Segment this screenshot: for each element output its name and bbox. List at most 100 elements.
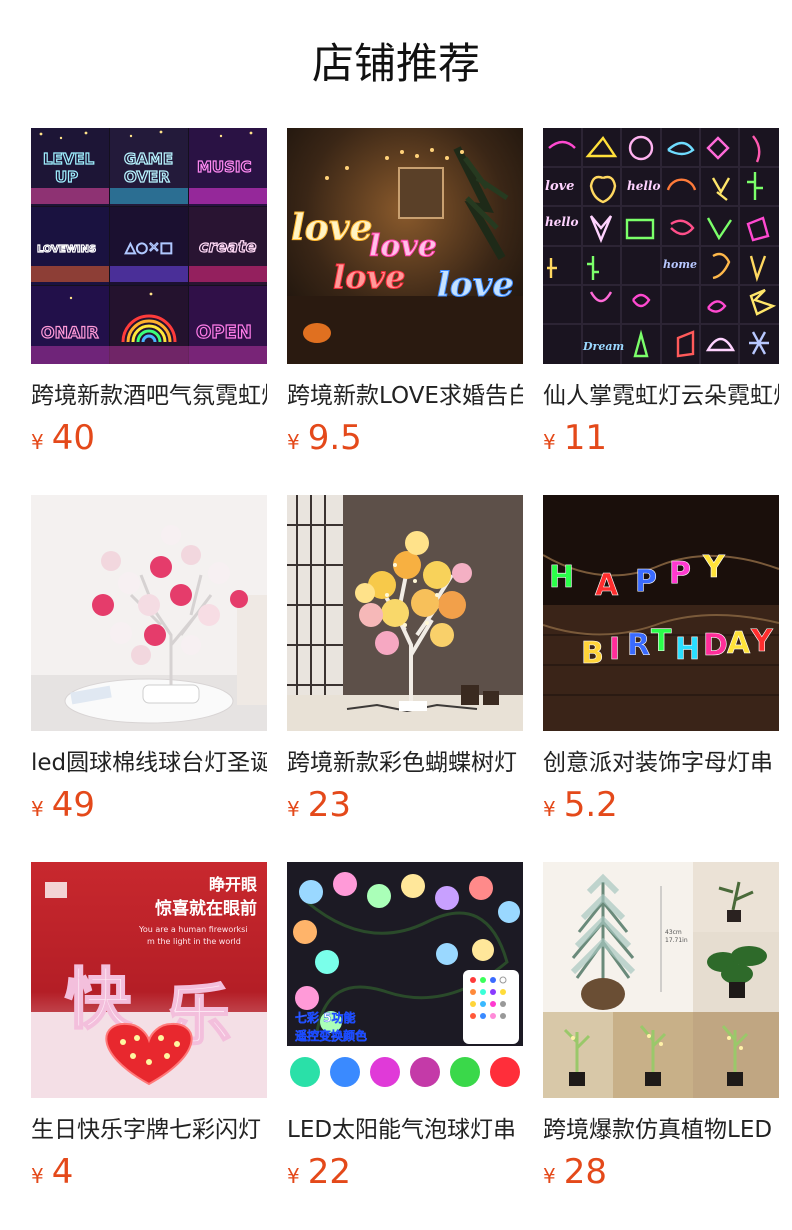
product-name[interactable]: 跨境新款LOVE求婚告白灯: [287, 380, 523, 412]
light-letter: Y: [702, 550, 726, 585]
neon-shapes-grid-image: love hello hello home Dream: [543, 128, 779, 364]
product-card[interactable]: LEVEL UP GAME OVER MUSIC LOVEWINS △○✕□ c…: [31, 128, 267, 464]
sign-text: create: [199, 237, 257, 256]
product-price: ¥22: [287, 1152, 523, 1192]
currency-symbol: ¥: [543, 1164, 556, 1188]
price-value: 5.2: [563, 785, 618, 825]
product-name[interactable]: 生日快乐字牌七彩闪灯: [31, 1114, 267, 1146]
product-price: ¥4: [31, 1152, 267, 1192]
product-image[interactable]: [287, 495, 523, 731]
light-letter: H: [549, 560, 574, 595]
overlay-text: 七彩 5功能: [295, 1010, 356, 1025]
dimension-text: 17.71in: [665, 937, 688, 944]
birthday-marquee-letters-image: 睁开眼 惊喜就在眼前 You are a human fireworksi m …: [31, 862, 267, 1098]
price-value: 4: [51, 1152, 74, 1192]
light-letter: T: [651, 624, 672, 659]
currency-symbol: ¥: [31, 797, 44, 821]
sign-text: OPEN: [196, 322, 252, 343]
currency-symbol: ¥: [287, 797, 300, 821]
light-letter: R: [627, 628, 650, 663]
product-image[interactable]: love hello hello home Dream: [543, 128, 779, 364]
sign-text: hello: [545, 215, 578, 229]
product-name[interactable]: 仙人掌霓虹灯云朵霓虹灯: [543, 380, 779, 412]
product-card[interactable]: 七彩 5功能 遥控变换颜色 LED太阳能气泡球灯串 ¥22: [287, 862, 523, 1198]
price-value: 22: [307, 1152, 351, 1192]
currency-symbol: ¥: [543, 797, 556, 821]
product-image[interactable]: love love love love: [287, 128, 523, 364]
poster-text: 睁开眼: [209, 875, 257, 894]
cotton-ball-lamp-image: [31, 495, 267, 731]
product-card[interactable]: 睁开眼 惊喜就在眼前 You are a human fireworksi m …: [31, 862, 267, 1198]
sign-text: △○✕□: [125, 240, 173, 256]
currency-symbol: ¥: [543, 430, 556, 454]
light-letter: A: [595, 568, 619, 603]
sign-text: love: [437, 265, 514, 305]
product-price: ¥49: [31, 785, 267, 825]
product-price: ¥28: [543, 1152, 779, 1192]
product-grid: LEVEL UP GAME OVER MUSIC LOVEWINS △○✕□ c…: [31, 128, 779, 1198]
product-name[interactable]: 跨境爆款仿真植物LED: [543, 1114, 779, 1146]
price-value: 49: [51, 785, 95, 825]
product-card[interactable]: love hello hello home Dream 仙人掌霓虹灯云朵霓虹灯 …: [543, 128, 779, 464]
price-value: 11: [563, 418, 607, 458]
sign-text: UP: [55, 168, 78, 186]
sign-text: hello: [627, 179, 660, 193]
sign-text: OVER: [124, 168, 170, 186]
product-card[interactable]: love love love love 跨境新款LOVE求婚告白灯 ¥9.5: [287, 128, 523, 464]
product-image[interactable]: H A P P Y B I R T H D A Y: [543, 495, 779, 731]
currency-symbol: ¥: [31, 430, 44, 454]
dimension-text: 43cm: [665, 929, 682, 936]
poster-text: You are a human fireworksi: [138, 925, 248, 934]
sign-text: GAME: [124, 150, 173, 168]
product-image[interactable]: 七彩 5功能 遥控变换颜色: [287, 862, 523, 1098]
artificial-plant-lamp-image: 43cm 17.71in: [543, 862, 779, 1098]
product-card[interactable]: led圆球棉线球台灯圣诞 ¥49: [31, 495, 267, 831]
overlay-text: 遥控变换颜色: [295, 1028, 367, 1043]
sign-text: home: [663, 258, 697, 271]
sign-text: Dream: [582, 340, 624, 353]
light-letter: B: [581, 636, 604, 671]
love-neon-image: love love love love: [287, 128, 523, 364]
happy-birthday-lights-image: H A P P Y B I R T H D A Y: [543, 495, 779, 731]
currency-symbol: ¥: [31, 1164, 44, 1188]
product-name[interactable]: 创意派对装饰字母灯串: [543, 747, 779, 779]
product-image[interactable]: 43cm 17.71in: [543, 862, 779, 1098]
light-letter: A: [727, 626, 751, 661]
product-name[interactable]: LED太阳能气泡球灯串: [287, 1114, 523, 1146]
sign-text: LOVEWINS: [37, 244, 96, 255]
currency-symbol: ¥: [287, 1164, 300, 1188]
product-image[interactable]: [31, 495, 267, 731]
product-image[interactable]: 睁开眼 惊喜就在眼前 You are a human fireworksi m …: [31, 862, 267, 1098]
page-title: 店铺推荐: [311, 39, 480, 88]
currency-symbol: ¥: [287, 430, 300, 454]
light-letter: Y: [750, 624, 774, 659]
product-card[interactable]: H A P P Y B I R T H D A Y 创意派对装饰字母灯串 ¥5.…: [543, 495, 779, 831]
product-price: ¥5.2: [543, 785, 779, 825]
sign-text: ONAIR: [41, 323, 99, 342]
neon-signs-collage-image: LEVEL UP GAME OVER MUSIC LOVEWINS △○✕□ c…: [31, 128, 267, 364]
product-name[interactable]: 跨境新款酒吧气氛霓虹灯: [31, 380, 267, 412]
price-value: 23: [307, 785, 351, 825]
light-letter: P: [635, 564, 657, 599]
poster-text: 惊喜就在眼前: [155, 898, 257, 919]
product-price: ¥23: [287, 785, 523, 825]
price-value: 28: [563, 1152, 607, 1192]
sign-text: love: [291, 207, 373, 249]
butterfly-tree-lamp-image: [287, 495, 523, 731]
product-name[interactable]: 跨境新款彩色蝴蝶树灯: [287, 747, 523, 779]
poster-text: m the light in the world: [147, 937, 241, 946]
product-price: ¥11: [543, 418, 779, 458]
sign-text: love: [333, 258, 405, 296]
sign-text: love: [545, 179, 574, 194]
product-image[interactable]: LEVEL UP GAME OVER MUSIC LOVEWINS △○✕□ c…: [31, 128, 267, 364]
product-name[interactable]: led圆球棉线球台灯圣诞: [31, 747, 267, 779]
light-letter: I: [609, 632, 620, 667]
sign-text: MUSIC: [197, 158, 252, 176]
product-card[interactable]: 43cm 17.71in 跨境爆款仿真植物LED ¥ 28: [543, 862, 779, 1198]
price-value: 40: [51, 418, 95, 458]
light-letter: H: [675, 632, 700, 667]
product-price: ¥9.5: [287, 418, 523, 458]
bubble-ball-string-lights-image: 七彩 5功能 遥控变换颜色: [287, 862, 523, 1098]
sign-text: LEVEL: [43, 150, 95, 168]
product-card[interactable]: 跨境新款彩色蝴蝶树灯 ¥23: [287, 495, 523, 831]
